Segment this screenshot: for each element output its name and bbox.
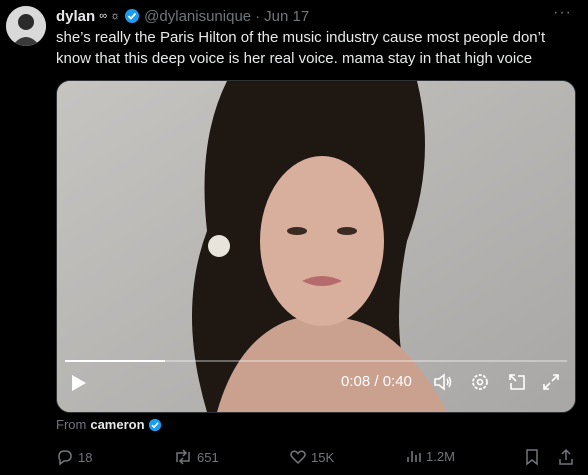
video-player[interactable]: 0:08 / 0:40 [56, 80, 576, 413]
fullscreen-icon[interactable] [541, 372, 561, 397]
share-button[interactable] [558, 448, 574, 466]
tweet-date[interactable]: Jun 17 [264, 8, 309, 25]
reply-count: 18 [78, 449, 93, 465]
picture-in-picture-icon[interactable] [507, 372, 527, 397]
like-button[interactable]: 15K [289, 448, 334, 466]
volume-icon[interactable] [433, 372, 453, 397]
attribution-user[interactable]: cameron [90, 417, 144, 432]
avatar[interactable] [6, 6, 46, 46]
user-name[interactable]: dylan [56, 8, 95, 25]
like-count: 15K [311, 449, 335, 465]
heart-icon [290, 450, 306, 465]
bookmark-button[interactable] [524, 448, 540, 466]
tweet-header: dylan ∞ ☼ @dylanisunique · Jun 17 [56, 6, 309, 26]
reply-button[interactable]: 18 [56, 448, 92, 466]
tweet-actions: 18 651 15K 1.2M [56, 448, 576, 468]
views-count: 1.2M [426, 448, 455, 464]
share-icon [559, 448, 573, 465]
repost-count: 651 [197, 449, 219, 465]
attribution: From cameron [56, 417, 162, 432]
reply-icon [58, 450, 72, 466]
verified-icon [124, 8, 140, 24]
tweet-text: she’s really the Paris Hilton of the mus… [56, 29, 546, 67]
video-time: 0:08 / 0:40 [341, 373, 412, 390]
video-controls: 0:08 / 0:40 [57, 352, 575, 412]
user-emoji: ∞ ☼ [99, 10, 121, 22]
tweet[interactable]: dylan ∞ ☼ @dylanisunique · Jun 17 ··· sh… [0, 0, 588, 475]
views-button[interactable]: 1.2M [406, 448, 455, 464]
views-icon [407, 451, 421, 462]
settings-icon[interactable] [470, 372, 490, 397]
from-label: From [56, 417, 87, 432]
bookmark-icon [526, 449, 538, 466]
more-options-icon[interactable]: ··· [553, 4, 572, 22]
repost-icon [176, 449, 190, 465]
verified-icon [148, 418, 162, 432]
play-icon[interactable] [71, 374, 87, 397]
user-handle[interactable]: @dylanisunique [144, 8, 251, 25]
separator-dot: · [255, 7, 261, 25]
repost-button[interactable]: 651 [173, 448, 219, 466]
